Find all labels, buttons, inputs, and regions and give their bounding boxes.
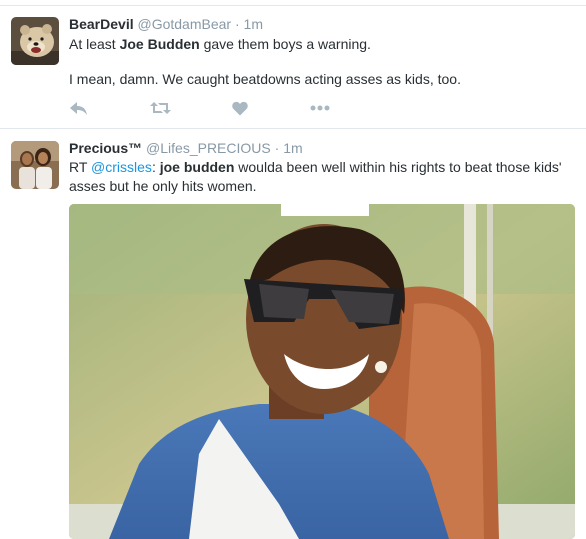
separator: · — [274, 140, 280, 156]
tweet-text-line: I mean, damn. We caught beatdowns acting… — [69, 71, 461, 87]
retweet-icon — [150, 102, 171, 114]
tweet[interactable]: BearDevil @GotdamBear · 1m At least Joe … — [0, 6, 586, 129]
avatar[interactable] — [11, 141, 59, 189]
man-in-sunglasses-photo — [69, 204, 575, 539]
tweet-text-part: : — [151, 159, 160, 175]
tweet-text-bold: Joe Budden — [119, 36, 200, 52]
timestamp[interactable]: 1m — [283, 140, 302, 156]
retweet-button[interactable] — [150, 99, 171, 117]
more-button[interactable] — [310, 99, 330, 117]
like-button[interactable] — [232, 99, 248, 117]
profile-photo-image — [11, 141, 59, 189]
tweet-text: At least Joe Budden gave them boys a war… — [69, 35, 576, 54]
tweet-header: Precious™ @Lifes_PRECIOUS · 1m — [69, 140, 303, 156]
tweet[interactable]: Precious™ @Lifes_PRECIOUS · 1m RT @criss… — [0, 129, 586, 539]
reply-icon — [70, 102, 87, 115]
username[interactable]: @Lifes_PRECIOUS — [146, 140, 271, 156]
tweet-media-image[interactable] — [69, 204, 575, 539]
heart-icon — [232, 101, 248, 115]
mention-link[interactable]: @crissles — [91, 159, 152, 175]
separator: · — [234, 16, 240, 32]
timestamp[interactable]: 1m — [244, 16, 263, 32]
tweet-text-bold: joe budden — [159, 159, 235, 175]
tweet-actions — [69, 99, 349, 117]
username[interactable]: @GotdamBear — [137, 16, 231, 32]
bear-avatar-image — [11, 17, 59, 65]
tweet-text: RT @crissles: joe budden woulda been wel… — [69, 158, 576, 196]
retweet-prefix: RT — [69, 159, 92, 175]
display-name[interactable]: BearDevil — [69, 16, 134, 32]
more-dots-icon — [310, 105, 330, 111]
tweet-text-part: gave them boys a warning. — [199, 36, 371, 52]
tweet-text-part: At least — [69, 36, 120, 52]
reply-button[interactable] — [69, 99, 88, 117]
tweet-header: BearDevil @GotdamBear · 1m — [69, 16, 263, 32]
display-name[interactable]: Precious™ — [69, 140, 142, 156]
avatar[interactable] — [11, 17, 59, 65]
